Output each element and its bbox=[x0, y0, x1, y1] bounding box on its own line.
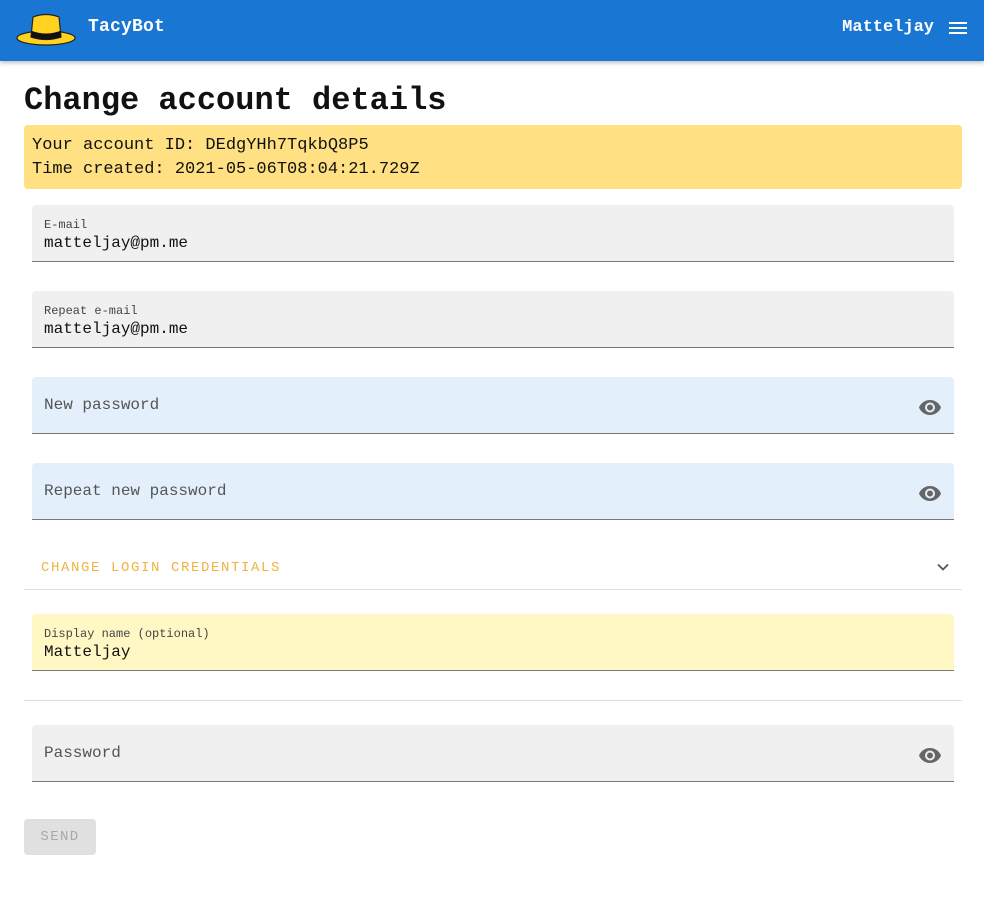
password-field[interactable]: Password bbox=[32, 725, 954, 782]
display-name-field-value[interactable]: Matteljay bbox=[44, 643, 130, 661]
eye-icon[interactable] bbox=[918, 743, 942, 767]
eye-icon[interactable] bbox=[918, 395, 942, 419]
email-field[interactable]: E-mail matteljay@pm.me bbox=[32, 205, 954, 262]
email-field-value[interactable]: matteljay@pm.me bbox=[44, 234, 188, 252]
email-field-label: E-mail bbox=[44, 218, 88, 232]
display-name-field[interactable]: Display name (optional) Matteljay bbox=[32, 614, 954, 671]
time-created-text: Time created: 2021-05-06T08:04:21.729Z bbox=[32, 160, 420, 179]
send-button[interactable]: SEND bbox=[24, 819, 96, 855]
new-password-field[interactable]: New password bbox=[32, 377, 954, 434]
repeat-email-field-label: Repeat e-mail bbox=[44, 304, 138, 318]
menu-icon[interactable] bbox=[948, 18, 968, 38]
chevron-down-icon[interactable] bbox=[934, 558, 952, 576]
account-id-text: Your account ID: DEdgYHh7TqkbQ8P5 bbox=[32, 136, 369, 155]
section-divider bbox=[24, 700, 962, 701]
hat-logo-icon[interactable] bbox=[16, 12, 76, 46]
password-placeholder: Password bbox=[44, 744, 121, 762]
page-title: Change account details bbox=[24, 82, 447, 119]
brand-name[interactable]: TacyBot bbox=[88, 17, 165, 37]
username-label[interactable]: Matteljay bbox=[842, 18, 934, 37]
app-bar: TacyBot Matteljay bbox=[0, 0, 984, 61]
repeat-new-password-placeholder: Repeat new password bbox=[44, 482, 227, 500]
repeat-email-field[interactable]: Repeat e-mail matteljay@pm.me bbox=[32, 291, 954, 348]
repeat-new-password-field[interactable]: Repeat new password bbox=[32, 463, 954, 520]
display-name-field-label: Display name (optional) bbox=[44, 627, 210, 641]
eye-icon[interactable] bbox=[918, 481, 942, 505]
new-password-placeholder: New password bbox=[44, 396, 160, 414]
change-login-credentials-label: CHANGE LOGIN CREDENTIALS bbox=[41, 560, 282, 576]
account-info-box: Your account ID: DEdgYHh7TqkbQ8P5 Time c… bbox=[24, 125, 962, 189]
repeat-email-field-value[interactable]: matteljay@pm.me bbox=[44, 320, 188, 338]
change-login-credentials-toggle[interactable]: CHANGE LOGIN CREDENTIALS bbox=[24, 545, 962, 590]
